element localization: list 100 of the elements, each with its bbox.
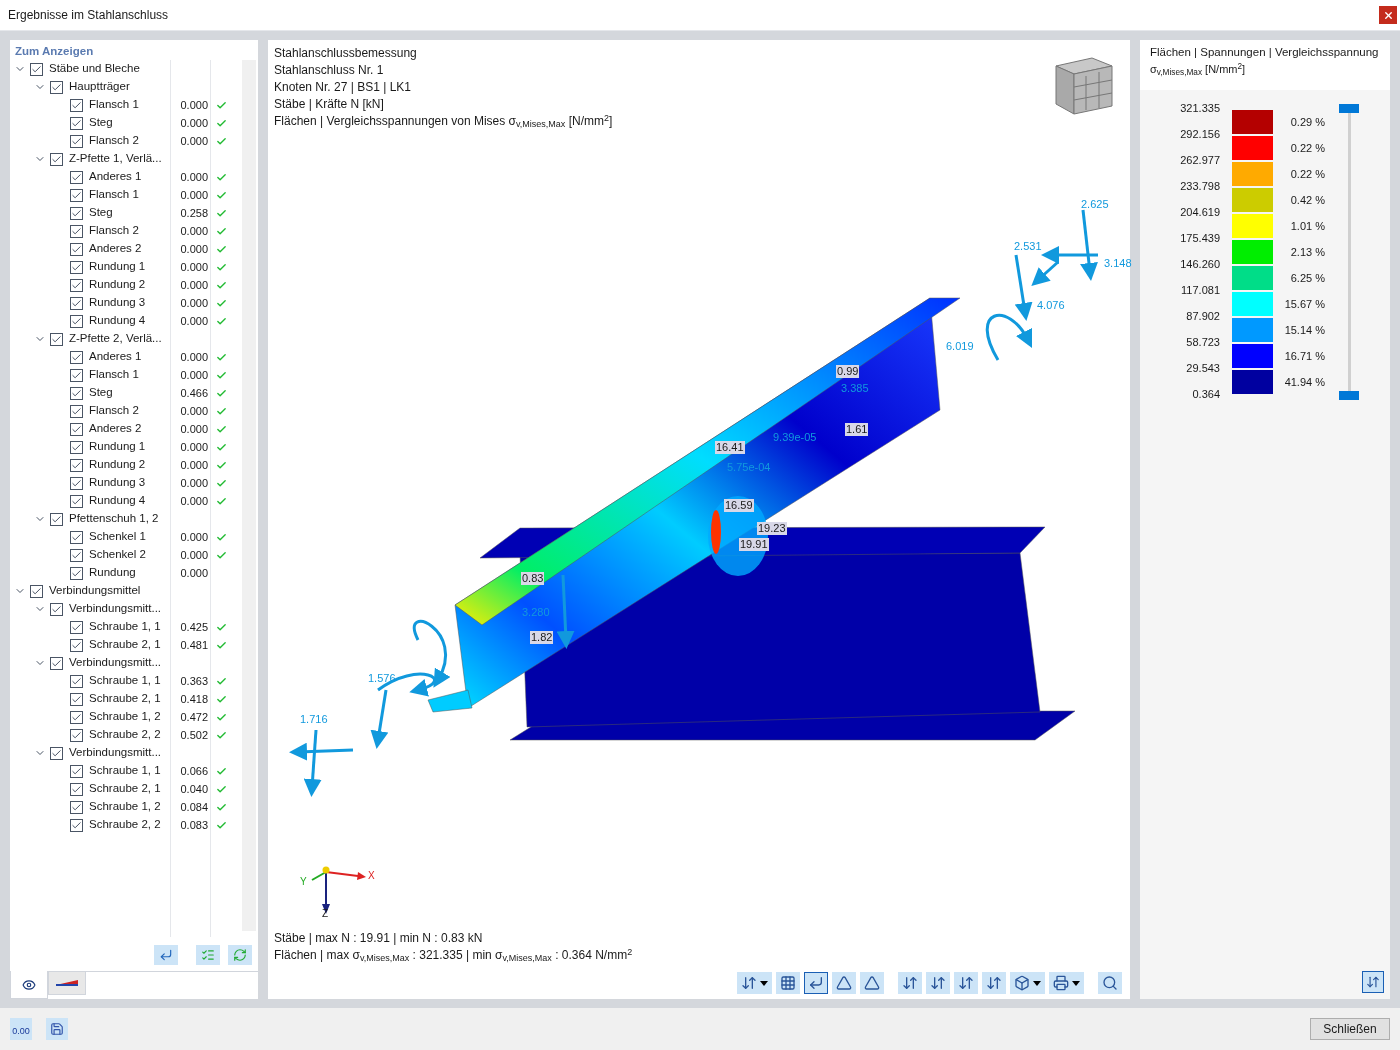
tree-item-label[interactable]: Rundung 3 <box>89 294 146 312</box>
check-all-button[interactable] <box>196 945 220 965</box>
checkbox[interactable] <box>70 530 83 544</box>
checkbox[interactable] <box>70 278 83 292</box>
checkbox[interactable] <box>70 494 83 508</box>
checkbox[interactable] <box>70 170 83 184</box>
checkbox[interactable] <box>70 620 83 634</box>
tree-item-label[interactable]: Rundung 3 <box>89 474 146 492</box>
tree-item-label[interactable]: Anderes 1 <box>89 348 142 366</box>
tree-item-label[interactable]: Rundung 2 <box>89 456 146 474</box>
tree-item-label[interactable]: Schraube 2, 2 <box>89 816 161 834</box>
checkbox[interactable] <box>50 602 63 616</box>
checkbox[interactable] <box>70 440 83 454</box>
checkbox[interactable] <box>70 818 83 832</box>
tree-item-label[interactable]: Schenkel 2 <box>89 546 146 564</box>
toolbar-button[interactable] <box>898 972 922 994</box>
toolbar-button[interactable] <box>1010 972 1045 994</box>
tree-item-label[interactable]: Steg <box>89 204 113 222</box>
checkbox[interactable] <box>70 386 83 400</box>
tree-item-label[interactable]: Anderes 1 <box>89 168 142 186</box>
checkbox[interactable] <box>70 764 83 778</box>
save-settings-button[interactable] <box>46 1018 68 1040</box>
tree-item-label[interactable]: Pfettenschuh 1, 2 <box>69 510 159 528</box>
tree-item-label[interactable]: Rundung 1 <box>89 258 146 276</box>
tree-item-label[interactable]: Rundung 2 <box>89 276 146 294</box>
toolbar-button[interactable] <box>832 972 856 994</box>
toolbar-button[interactable] <box>1098 972 1122 994</box>
checkbox[interactable] <box>70 728 83 742</box>
toolbar-button[interactable] <box>1049 972 1084 994</box>
toolbar-button[interactable] <box>926 972 950 994</box>
tree-item-label[interactable]: Verbindungsmittel <box>49 582 141 600</box>
decimals-button[interactable]: 0.00 <box>10 1018 32 1040</box>
checkbox[interactable] <box>50 152 63 166</box>
tree-item-label[interactable]: Flansch 1 <box>89 366 139 384</box>
checkbox[interactable] <box>70 260 83 274</box>
legend-settings-button[interactable] <box>1362 971 1384 993</box>
tree-item-label[interactable]: Flansch 2 <box>89 402 139 420</box>
visibility-tab[interactable] <box>10 971 48 999</box>
checkbox[interactable] <box>50 746 63 760</box>
toolbar-button[interactable] <box>982 972 1006 994</box>
toggle-all-button[interactable] <box>228 945 252 965</box>
tree-item-label[interactable]: Schraube 1, 1 <box>89 762 161 780</box>
checkbox[interactable] <box>70 566 83 580</box>
tree-item-label[interactable]: Rundung <box>89 564 136 582</box>
tree-item-label[interactable]: Rundung 1 <box>89 438 146 456</box>
color-scale-tab[interactable] <box>48 971 86 995</box>
checkbox[interactable] <box>50 80 63 94</box>
checkbox[interactable] <box>70 242 83 256</box>
checkbox[interactable] <box>70 800 83 814</box>
tree-item-label[interactable]: Schraube 1, 2 <box>89 708 161 726</box>
checkbox[interactable] <box>30 62 43 76</box>
tree-item-label[interactable]: Schraube 2, 1 <box>89 636 161 654</box>
toolbar-button[interactable] <box>954 972 978 994</box>
tree-item-label[interactable]: Steg <box>89 114 113 132</box>
tree-item-label[interactable]: Steg <box>89 384 113 402</box>
checkbox[interactable] <box>70 476 83 490</box>
toolbar-button[interactable] <box>804 972 828 994</box>
checkbox[interactable] <box>70 314 83 328</box>
tree-item-label[interactable]: Schraube 1, 1 <box>89 672 161 690</box>
graphics-view[interactable] <box>268 40 1130 999</box>
checkbox[interactable] <box>50 656 63 670</box>
tree-item-label[interactable]: Schraube 1, 1 <box>89 618 161 636</box>
checkbox[interactable] <box>70 692 83 706</box>
checkbox[interactable] <box>70 782 83 796</box>
checkbox[interactable] <box>70 296 83 310</box>
tree-item-label[interactable]: Flansch 1 <box>89 96 139 114</box>
tree-item-label[interactable]: Schraube 2, 2 <box>89 726 161 744</box>
checkbox[interactable] <box>70 224 83 238</box>
tree-item-label[interactable]: Schraube 1, 2 <box>89 798 161 816</box>
tree-item-label[interactable]: Schraube 2, 1 <box>89 780 161 798</box>
tree-item-label[interactable]: Flansch 2 <box>89 222 139 240</box>
checkbox[interactable] <box>70 710 83 724</box>
checkbox[interactable] <box>70 404 83 418</box>
checkbox[interactable] <box>70 458 83 472</box>
checkbox[interactable] <box>50 512 63 526</box>
tree-item-label[interactable]: Verbindungsmitt... <box>69 600 162 618</box>
tree-action-button[interactable] <box>154 945 178 965</box>
tree-item-label[interactable]: Flansch 2 <box>89 132 139 150</box>
tree-item-label[interactable]: Rundung 4 <box>89 492 146 510</box>
checkbox[interactable] <box>70 638 83 652</box>
checkbox[interactable] <box>70 98 83 112</box>
tree-item-label[interactable]: Verbindungsmitt... <box>69 744 162 762</box>
checkbox[interactable] <box>70 422 83 436</box>
toolbar-button[interactable] <box>737 972 772 994</box>
checkbox[interactable] <box>70 134 83 148</box>
checkbox[interactable] <box>70 548 83 562</box>
tree-item-label[interactable]: Schenkel 1 <box>89 528 146 546</box>
tree-item-label[interactable]: Stäbe und Bleche <box>49 60 140 78</box>
checkbox[interactable] <box>50 332 63 346</box>
tree-item-label[interactable]: Anderes 2 <box>89 420 142 438</box>
tree-item-label[interactable]: Rundung 4 <box>89 312 146 330</box>
tree-item-label[interactable]: Flansch 1 <box>89 186 139 204</box>
toolbar-button[interactable] <box>860 972 884 994</box>
checkbox[interactable] <box>70 206 83 220</box>
tree-item-label[interactable]: Verbindungsmitt... <box>69 654 162 672</box>
tree-item-label[interactable]: Anderes 2 <box>89 240 142 258</box>
close-button[interactable] <box>1379 6 1397 24</box>
checkbox[interactable] <box>70 116 83 130</box>
checkbox[interactable] <box>70 674 83 688</box>
close-dialog-button[interactable]: Schließen <box>1310 1018 1390 1040</box>
